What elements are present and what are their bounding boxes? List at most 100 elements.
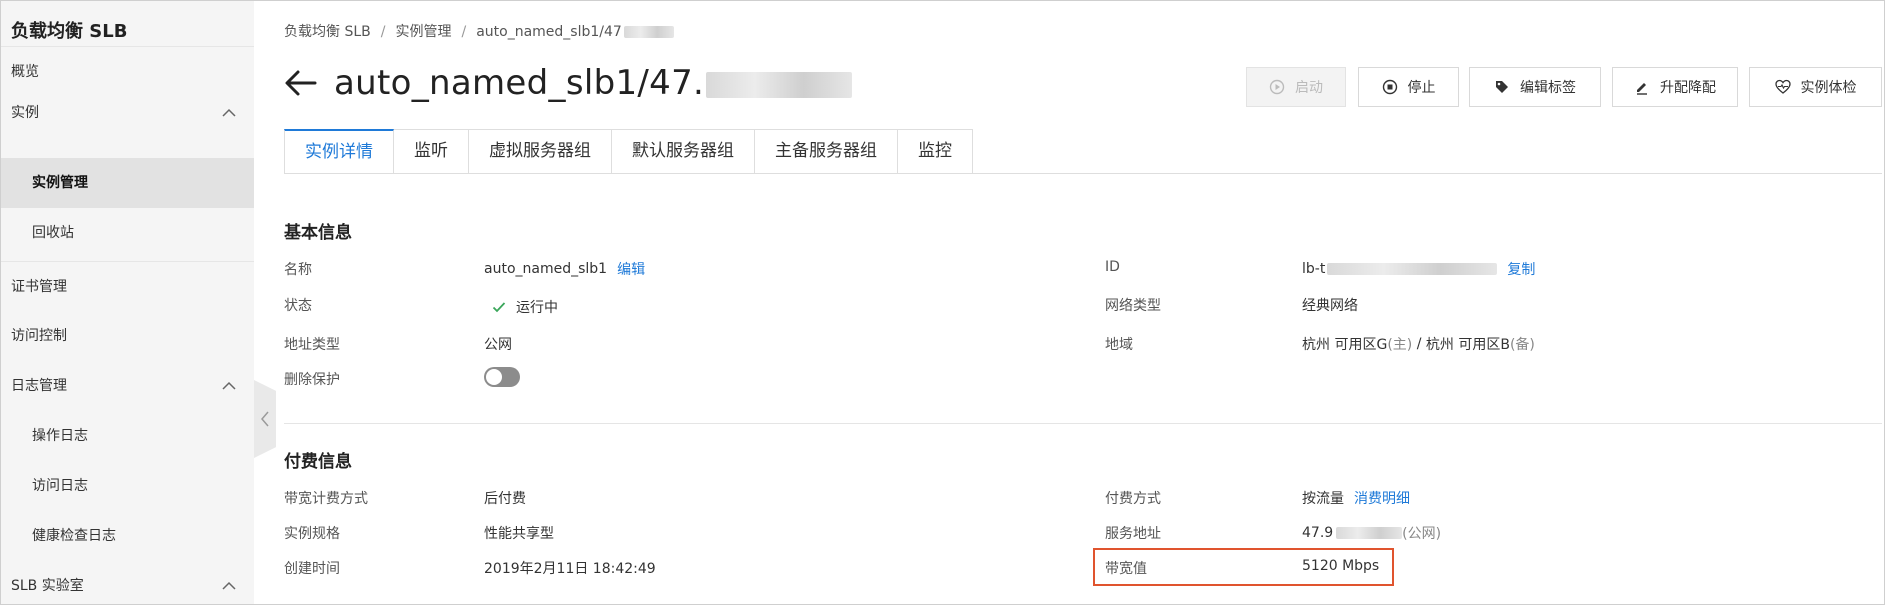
- main-content: 负载均衡 SLB / 实例管理 / auto_named_slb1/47 auto_na…: [284, 1, 1882, 604]
- instance-spec-label: 实例规格: [284, 526, 340, 542]
- breadcrumb-separator: /: [380, 24, 386, 40]
- address-type-label: 地址类型: [284, 337, 340, 353]
- status-label: 状态: [284, 298, 312, 314]
- region-backup-tag: (备): [1509, 337, 1535, 353]
- sidebar-item-label: 操作日志: [32, 428, 88, 444]
- sidebar-item-access-logs[interactable]: 访问日志: [1, 461, 254, 511]
- tab-instance-details[interactable]: 实例详情: [284, 129, 394, 174]
- instance-check-button[interactable]: 实例体检: [1749, 67, 1882, 107]
- id-value-row: lb-t 复制: [1302, 259, 1535, 279]
- breadcrumb-item-slb[interactable]: 负载均衡 SLB: [284, 21, 371, 41]
- bandwidth-billing-label: 带宽计费方式: [284, 491, 368, 507]
- chevron-up-icon: [222, 381, 236, 393]
- sidebar-item-slb-lab[interactable]: SLB 实验室: [1, 561, 254, 605]
- chevron-up-icon: [222, 581, 236, 593]
- tab-vserver-groups[interactable]: 虚拟服务器组: [469, 129, 612, 174]
- sidebar-item-instance-management[interactable]: 实例管理: [1, 158, 254, 208]
- region-label: 地域: [1105, 337, 1133, 353]
- sidebar-item-certificates[interactable]: 证书管理: [1, 261, 254, 311]
- chevron-left-icon: [261, 411, 269, 427]
- sidebar-item-label: 回收站: [32, 225, 74, 241]
- breadcrumb-item-instance-management[interactable]: 实例管理: [395, 21, 451, 41]
- play-circle-icon: [1269, 79, 1285, 95]
- service-address-value: 47.9: [1302, 525, 1334, 541]
- sidebar-item-recycle-bin[interactable]: 回收站: [1, 208, 254, 258]
- name-value-row: auto_named_slb1 编辑: [484, 259, 645, 279]
- tab-listeners[interactable]: 监听: [394, 129, 469, 174]
- payment-method-label: 付费方式: [1105, 491, 1161, 507]
- copy-id-link[interactable]: 复制: [1507, 259, 1535, 279]
- stop-button-label: 停止: [1407, 80, 1436, 96]
- start-button[interactable]: 启动: [1246, 67, 1346, 107]
- tag-icon: [1496, 81, 1508, 93]
- sidebar: 负载均衡 SLB 概览 实例 实例管理 回收站 证书管理 访问控制 日志管理 操…: [1, 1, 254, 604]
- region-backup: 杭州 可用区B: [1425, 337, 1510, 353]
- section-title-basic: 基本信息: [284, 223, 352, 243]
- created-time-value: 2019年2月11日 18:42:49: [484, 561, 656, 577]
- sidebar-collapse-handle[interactable]: [254, 380, 276, 458]
- id-label: ID: [1105, 259, 1120, 275]
- network-type-label: 网络类型: [1105, 298, 1161, 314]
- address-type-value: 公网: [484, 337, 512, 353]
- edit-tags-button[interactable]: 编辑标签: [1469, 67, 1601, 107]
- sidebar-item-label: 证书管理: [11, 279, 67, 295]
- edit-pen-icon: [1637, 83, 1647, 95]
- status-value-row: 运行中: [492, 297, 558, 317]
- region-separator: /: [1412, 336, 1426, 352]
- sidebar-item-label: 实例: [11, 105, 39, 121]
- toggle-knob: [486, 369, 502, 385]
- breadcrumb-item-current: auto_named_slb1/47: [476, 24, 622, 40]
- billing-details-link[interactable]: 消费明细: [1354, 488, 1410, 508]
- edit-tags-button-label: 编辑标签: [1520, 80, 1576, 96]
- sidebar-item-label: 实例管理: [32, 175, 88, 191]
- id-value: lb-t: [1302, 261, 1498, 277]
- breadcrumb-separator: /: [461, 24, 467, 40]
- region-primary-tag: (主): [1387, 337, 1413, 353]
- sidebar-title: 负载均衡 SLB: [11, 21, 128, 42]
- tab-divider: [284, 173, 1882, 174]
- sidebar-item-health-check-logs[interactable]: 健康检查日志: [1, 511, 254, 561]
- sidebar-item-label: 日志管理: [11, 378, 67, 394]
- name-label: 名称: [284, 262, 312, 278]
- redacted-block: [1336, 527, 1403, 539]
- sidebar-item-label: SLB 实验室: [11, 578, 84, 594]
- sidebar-item-instances[interactable]: 实例: [1, 88, 254, 138]
- arrow-left-icon: [285, 70, 317, 96]
- bandwidth-billing-value: 后付费: [484, 491, 526, 507]
- delete-protection-row: [484, 367, 520, 387]
- redacted-block: [623, 26, 674, 38]
- payment-method-row: 按流量 消费明细: [1302, 488, 1410, 508]
- redacted-block: [1327, 263, 1498, 275]
- stop-button[interactable]: 停止: [1358, 67, 1459, 107]
- upgrade-downgrade-button-label: 升配降配: [1660, 80, 1716, 96]
- page-title-text: auto_named_slb1/47.: [334, 63, 705, 103]
- highlight-box: [1093, 548, 1394, 586]
- sidebar-item-access-control[interactable]: 访问控制: [1, 311, 254, 361]
- edit-name-link[interactable]: 编辑: [617, 259, 645, 279]
- tab-monitoring[interactable]: 监控: [898, 129, 973, 174]
- network-type-value: 经典网络: [1302, 298, 1358, 314]
- redacted-block: [706, 71, 853, 98]
- delete-protection-toggle[interactable]: [484, 367, 520, 387]
- sidebar-item-log-management[interactable]: 日志管理: [1, 361, 254, 411]
- stop-circle-icon: [1382, 79, 1397, 95]
- id-value-text: lb-t: [1302, 261, 1326, 277]
- payment-method-value: 按流量: [1302, 491, 1344, 507]
- created-time-label: 创建时间: [284, 561, 340, 577]
- sidebar-item-operation-logs[interactable]: 操作日志: [1, 411, 254, 461]
- start-button-label: 启动: [1295, 80, 1323, 96]
- back-button[interactable]: [284, 69, 318, 97]
- instance-spec-value: 性能共享型: [484, 526, 554, 542]
- region-value-row: 杭州 可用区G (主) / 杭州 可用区B (备): [1302, 334, 1535, 354]
- heart-pulse-icon: [1774, 79, 1791, 94]
- delete-protection-label: 删除保护: [284, 372, 340, 388]
- tab-default-server-group[interactable]: 默认服务器组: [612, 129, 755, 174]
- instance-check-button-label: 实例体检: [1800, 80, 1857, 96]
- service-address-tag: (公网): [1402, 526, 1442, 542]
- status-value: 运行中: [516, 300, 558, 316]
- breadcrumb: 负载均衡 SLB / 实例管理 / auto_named_slb1/47: [284, 21, 674, 41]
- tab-bar: 实例详情 监听 虚拟服务器组 默认服务器组 主备服务器组 监控: [284, 129, 973, 174]
- upgrade-downgrade-button[interactable]: 升配降配: [1612, 67, 1738, 107]
- sidebar-item-label: 访问控制: [11, 328, 67, 344]
- tab-master-slave-groups[interactable]: 主备服务器组: [755, 129, 898, 174]
